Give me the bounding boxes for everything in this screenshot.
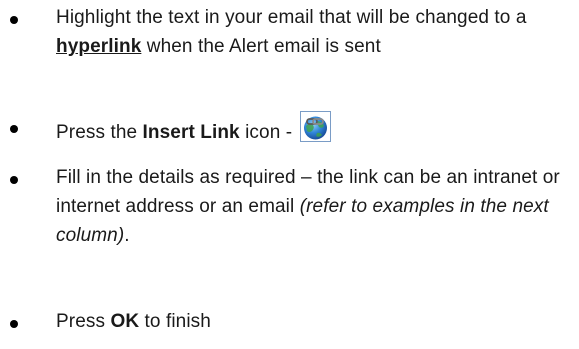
- instruction-text-post: .: [124, 225, 130, 246]
- insert-link-icon: [299, 111, 331, 142]
- insert-link-label: Insert Link: [142, 122, 240, 143]
- instruction-text: Press OK to finish: [56, 307, 571, 336]
- bullet-icon: [10, 125, 18, 133]
- instruction-text: Highlight the text in your email that wi…: [56, 3, 571, 61]
- instruction-text-post: icon -: [239, 122, 298, 143]
- ok-label: OK: [110, 311, 140, 332]
- instruction-text-post: to finish: [139, 311, 211, 332]
- instruction-text-pre: Press: [56, 311, 111, 332]
- bullet-icon: [10, 176, 18, 184]
- instruction-text-post: when the Alert email is sent: [141, 36, 381, 57]
- instruction-list: Highlight the text in your email that wi…: [0, 0, 579, 349]
- instruction-text-pre: Press the: [56, 122, 143, 143]
- bullet-icon: [10, 320, 18, 328]
- instruction-text: Press the Insert Link icon -: [56, 111, 571, 147]
- hyperlink-term: hyperlink: [56, 36, 142, 57]
- instruction-text: Fill in the details as required – the li…: [56, 163, 571, 250]
- instruction-text-pre: Highlight the text in your email that wi…: [56, 7, 527, 28]
- bullet-icon: [10, 16, 18, 24]
